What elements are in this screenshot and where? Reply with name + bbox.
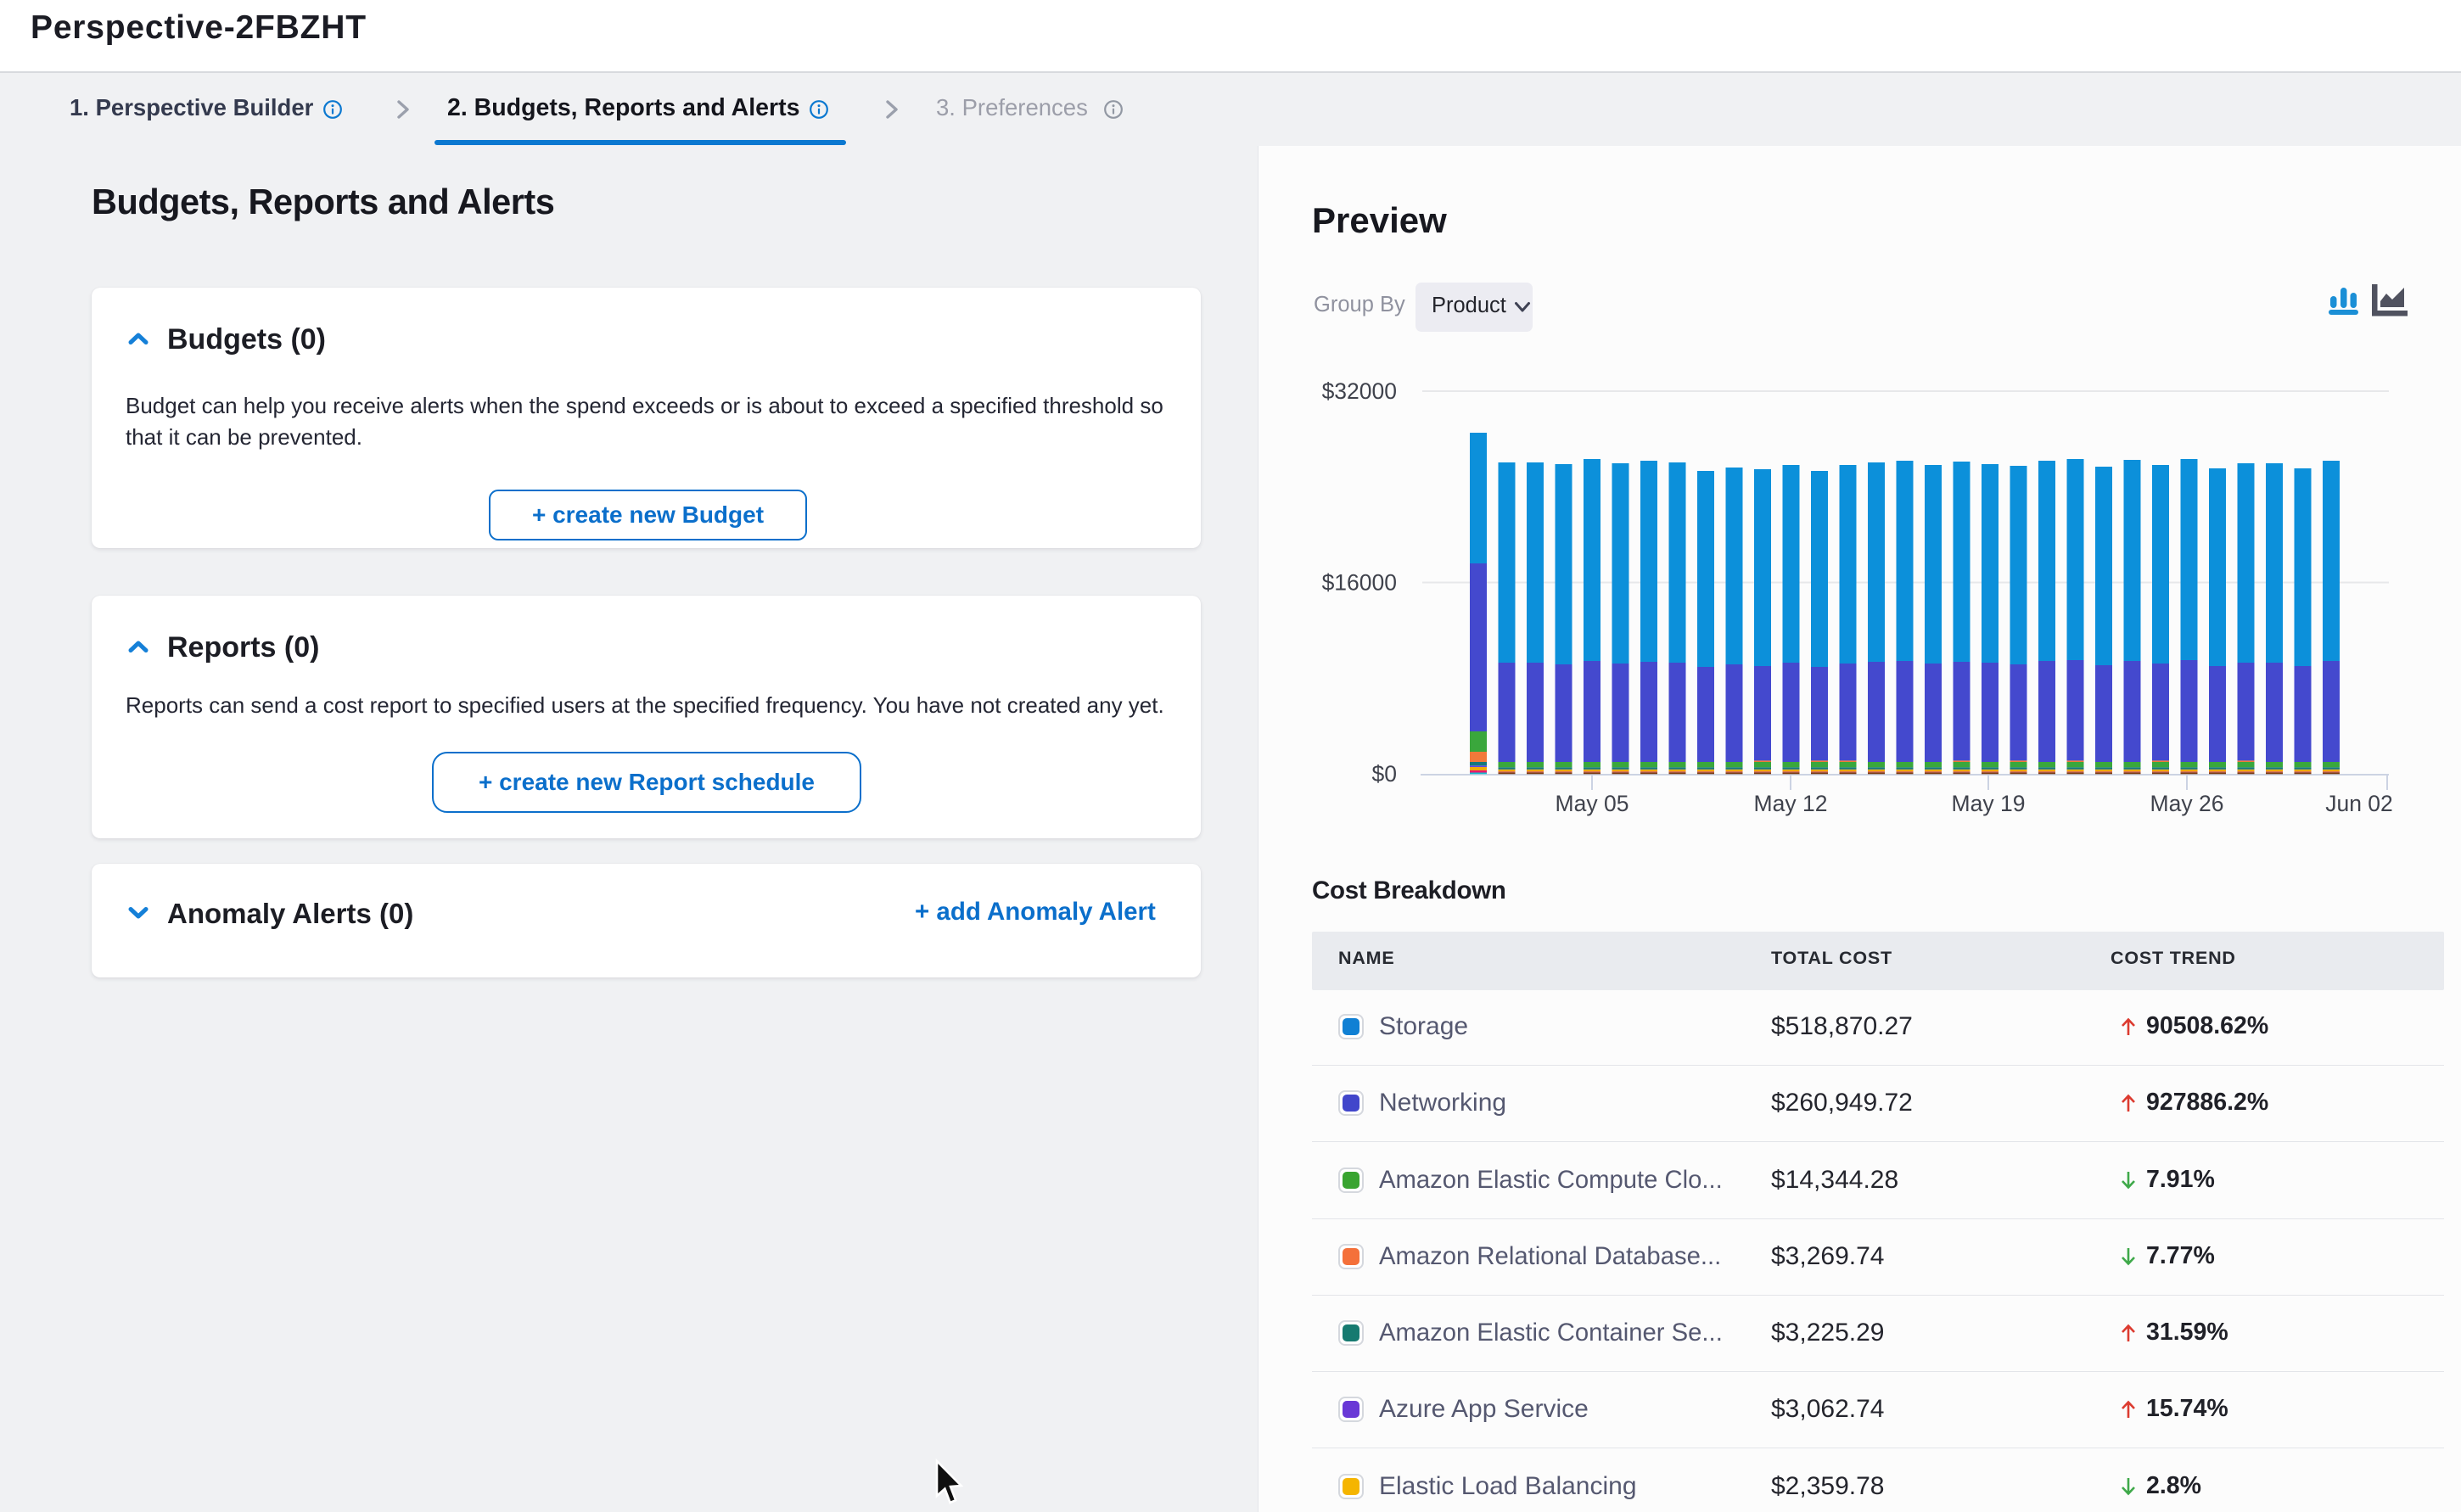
svg-text:May 26: May 26 <box>2150 791 2224 816</box>
svg-text:May 05: May 05 <box>1556 791 1629 816</box>
svg-text:$32000: $32000 <box>1322 378 1397 404</box>
svg-text:May 19: May 19 <box>1952 791 2026 816</box>
svg-text:Jun 02: Jun 02 <box>2325 791 2393 816</box>
svg-text:May 12: May 12 <box>1754 791 1828 816</box>
svg-text:$16000: $16000 <box>1322 570 1397 596</box>
svg-text:$0: $0 <box>1372 761 1397 787</box>
